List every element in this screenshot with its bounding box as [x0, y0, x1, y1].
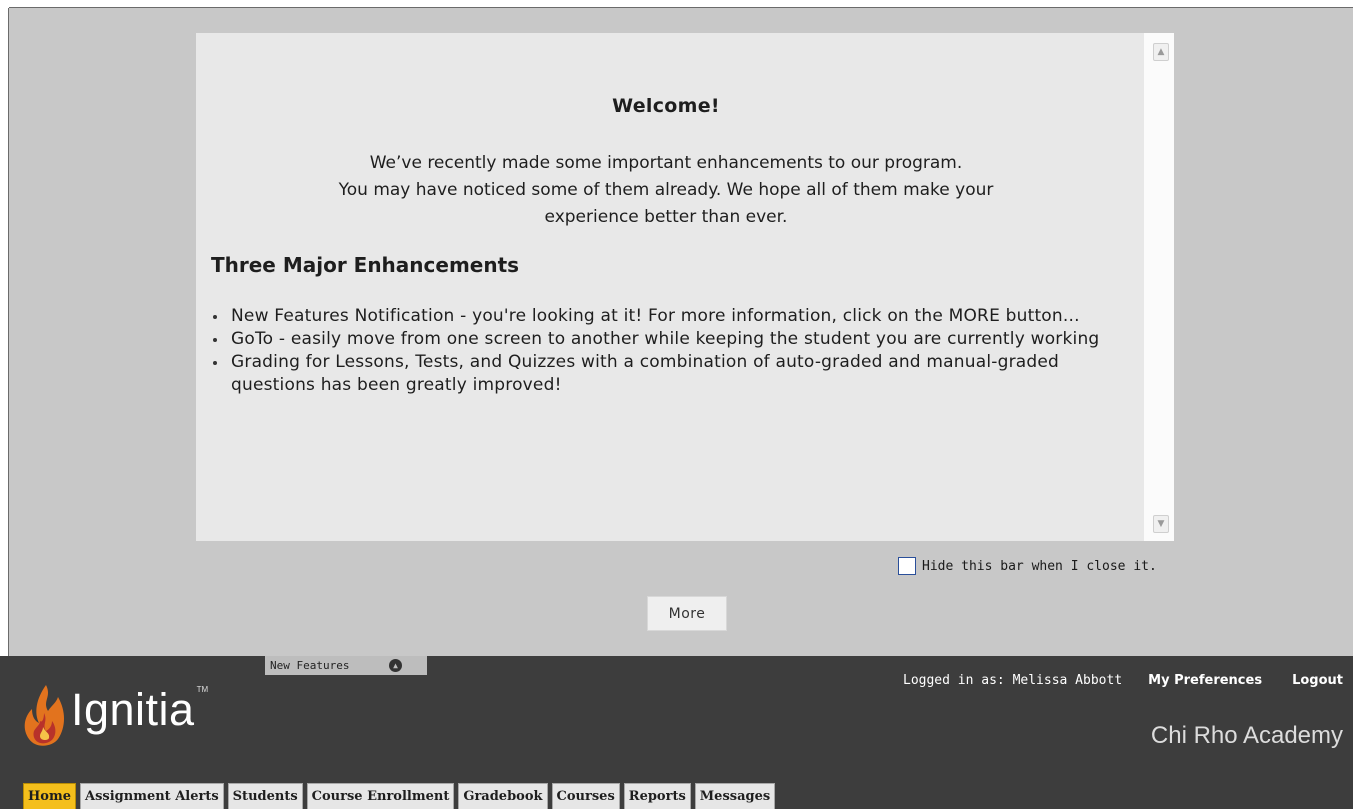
ignitia-logo: Ignitia TM [22, 678, 208, 753]
hide-bar-label[interactable]: Hide this bar when I close it. [922, 559, 1157, 574]
bullet-icon [213, 361, 217, 365]
tab-course-enrollment[interactable]: Course Enrollment [306, 783, 455, 809]
tab-assignment-alerts[interactable]: Assignment Alerts [79, 783, 224, 809]
welcome-title: Welcome! [612, 95, 720, 117]
tab-messages[interactable]: Messages [694, 783, 776, 809]
intro-line: You may have noticed some of them alread… [338, 180, 994, 200]
bullet-icon [213, 338, 217, 342]
list-item-text: Grading for Lessons, Tests, and Quizzes … [231, 352, 1060, 395]
hide-bar-option: Hide this bar when I close it. [898, 555, 1157, 577]
user-bar: Logged in as: Melissa Abbott My Preferen… [903, 673, 1343, 688]
hide-bar-checkbox[interactable] [898, 557, 916, 575]
tab-courses[interactable]: Courses [551, 783, 620, 809]
logo-text: Ignitia [71, 683, 195, 735]
logo-trademark: TM [196, 685, 209, 694]
list-item: GoTo - easily move from one screen to an… [211, 328, 1131, 351]
tab-gradebook[interactable]: Gradebook [458, 783, 548, 809]
flame-icon [24, 684, 64, 746]
chevron-down-icon[interactable]: ▼ [1153, 515, 1169, 533]
new-features-tab-label: New Features [270, 659, 350, 672]
logged-in-text: Logged in as: Melissa Abbott [903, 673, 1123, 688]
frame-border-left [0, 0, 9, 656]
frame-border-top [0, 0, 1353, 8]
main-nav-tabs: Home Assignment Alerts Students Course E… [23, 783, 779, 809]
bullet-icon [213, 315, 217, 319]
tab-home[interactable]: Home [23, 783, 76, 809]
chevron-up-icon[interactable]: ▲ [1153, 43, 1169, 61]
new-features-panel: Welcome! We’ve recently made some import… [196, 33, 1174, 541]
list-item: New Features Notification - you're looki… [211, 305, 1131, 328]
enhancements-list: New Features Notification - you're looki… [211, 305, 1131, 397]
logout-link[interactable]: Logout [1292, 673, 1343, 688]
new-features-tab[interactable]: New Features ▲ [265, 656, 427, 675]
collapse-circle-icon[interactable]: ▲ [389, 659, 402, 672]
intro-line: experience better than ever. [544, 207, 788, 227]
list-item: Grading for Lessons, Tests, and Quizzes … [211, 351, 1131, 397]
my-preferences-link[interactable]: My Preferences [1148, 673, 1262, 688]
more-button[interactable]: More [647, 596, 727, 631]
tab-reports[interactable]: Reports [623, 783, 691, 809]
intro-line: We’ve recently made some important enhan… [369, 153, 963, 173]
notice-content: Welcome! We’ve recently made some import… [196, 33, 1144, 541]
intro-text: We’ve recently made some important enhan… [196, 150, 1136, 231]
app-footer: New Features ▲ Ignitia TM Logged in as: … [0, 656, 1353, 809]
panel-scrollbar[interactable]: ▲ ▼ [1144, 33, 1174, 541]
tab-students[interactable]: Students [227, 783, 303, 809]
section-heading: Three Major Enhancements [211, 253, 520, 277]
list-item-text: New Features Notification - you're looki… [231, 306, 1080, 326]
school-name: Chi Rho Academy [1150, 722, 1343, 749]
list-item-text: GoTo - easily move from one screen to an… [231, 329, 1100, 349]
